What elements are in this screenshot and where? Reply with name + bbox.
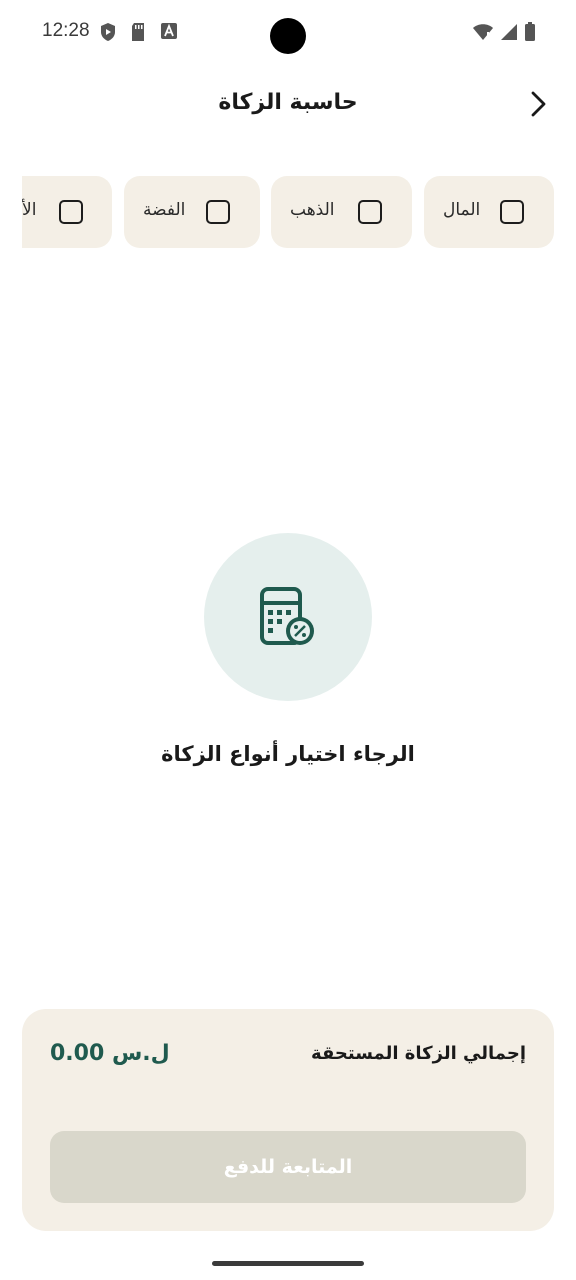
chip-money[interactable]: المال: [424, 176, 554, 248]
checkbox-silver[interactable]: [206, 200, 230, 224]
back-button[interactable]: [522, 88, 554, 120]
status-icons-left: [100, 22, 178, 46]
checkbox-gold[interactable]: [358, 200, 382, 224]
sd-card-icon: [130, 22, 146, 46]
wifi-icon: [472, 23, 494, 45]
continue-to-payment-button[interactable]: المتابعة للدفع: [50, 1131, 526, 1203]
calculator-percent-icon: [260, 587, 314, 645]
text-icon: [160, 22, 178, 46]
total-label: إجمالي الزكاة المستحقة: [311, 1043, 526, 1064]
total-amount: 0.00 ل.س: [50, 1041, 170, 1066]
page-title: حاسبة الزكاة: [218, 90, 358, 115]
status-time: 12:28: [42, 20, 90, 41]
signal-icon: [500, 23, 518, 45]
checkbox-money[interactable]: [500, 200, 524, 224]
chip-label-money: المال: [443, 200, 481, 220]
chip-gold[interactable]: الذهب: [271, 176, 412, 248]
battery-icon: [524, 22, 536, 46]
summary-panel: إجمالي الزكاة المستحقة 0.00 ل.س المتابعة…: [22, 1009, 554, 1231]
status-bar: 12:28: [0, 0, 576, 66]
chevron-right-icon: [531, 91, 546, 117]
chip-label-gold: الذهب: [290, 200, 335, 220]
play-protect-icon: [100, 22, 116, 46]
zakat-type-selector[interactable]: المال الذهب الفضة الأ: [22, 176, 576, 248]
empty-state-illustration: [204, 533, 372, 701]
empty-state-message: الرجاء اختيار أنواع الزكاة: [161, 742, 415, 766]
camera-cutout: [270, 18, 306, 54]
app-header: حاسبة الزكاة: [0, 80, 576, 128]
chip-label-silver: الفضة: [143, 200, 186, 220]
chip-silver[interactable]: الفضة: [124, 176, 260, 248]
chip-label-other: الأ: [22, 200, 37, 220]
home-indicator[interactable]: [212, 1261, 364, 1266]
chip-other[interactable]: الأ: [22, 176, 112, 248]
status-icons-right: [472, 22, 536, 46]
checkbox-other[interactable]: [59, 200, 83, 224]
